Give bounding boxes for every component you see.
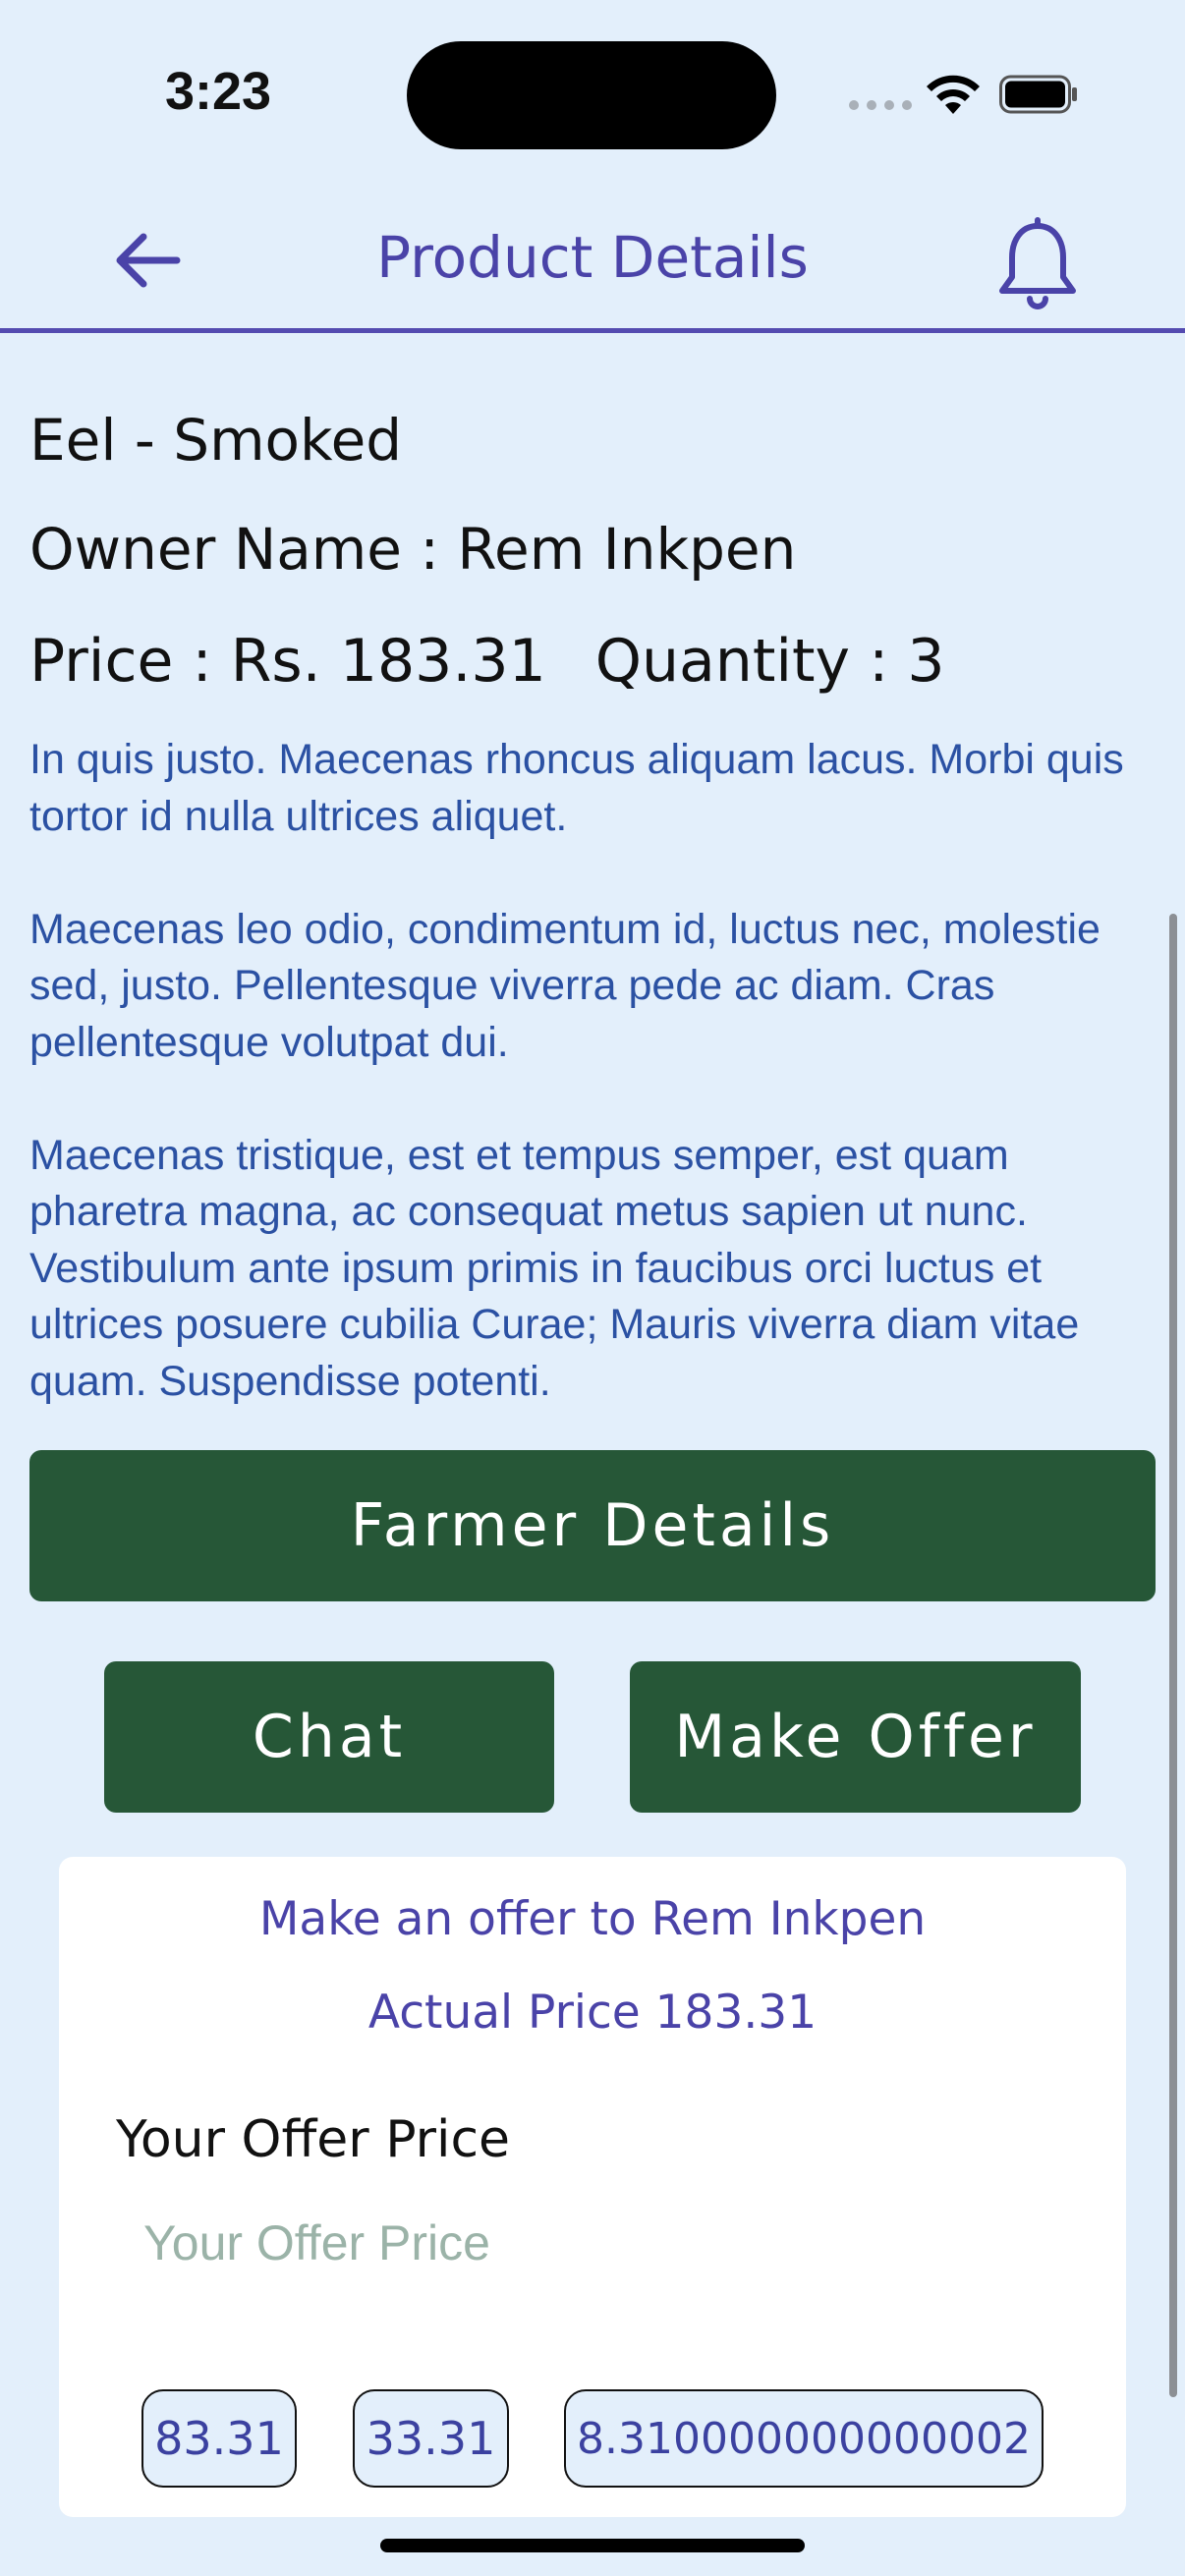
offer-heading: Make an offer to Rem Inkpen (258, 1892, 927, 1946)
actual-price: Actual Price 183.31 (367, 1986, 818, 2040)
offer-price-label: Your Offer Price (116, 2110, 511, 2169)
owner-name: Owner Name : Rem Inkpen (29, 516, 797, 583)
price-quantity-row: Price : Rs. 183.31 Quantity : 3 (29, 627, 945, 696)
offer-price-input[interactable] (143, 2199, 1028, 2287)
offer-suggestion-chip[interactable]: 83.31 (141, 2389, 297, 2488)
scrollbar[interactable] (1169, 914, 1177, 2397)
product-quantity: Quantity : 3 (594, 627, 945, 696)
cellular-signal-icon (849, 100, 912, 110)
status-time: 3:23 (165, 62, 272, 121)
dynamic-island (407, 41, 776, 149)
wifi-icon (927, 75, 980, 114)
nav-divider (0, 328, 1185, 333)
nav-bar: Product Details (0, 177, 1185, 334)
product-price: Price : Rs. 183.31 (29, 627, 546, 696)
bell-icon[interactable] (994, 216, 1081, 314)
offer-suggestion-chip[interactable]: 33.31 (353, 2389, 509, 2488)
product-name: Eel - Smoked (29, 407, 403, 474)
make-offer-button[interactable]: Make Offer (630, 1661, 1081, 1813)
offer-suggestion-chip[interactable]: 8.310000000000002 (564, 2389, 1044, 2488)
battery-icon (999, 75, 1077, 114)
product-details-screen: 3:23 Product Details Eel - Smoked Owner … (0, 0, 1185, 2576)
home-indicator (380, 2539, 805, 2552)
offer-card: Make an offer to Rem Inkpen Actual Price… (59, 1857, 1126, 2517)
chat-button[interactable]: Chat (104, 1661, 554, 1813)
farmer-details-button[interactable]: Farmer Details (29, 1450, 1156, 1601)
product-description: In quis justo. Maecenas rhoncus aliquam … (29, 736, 1124, 1405)
